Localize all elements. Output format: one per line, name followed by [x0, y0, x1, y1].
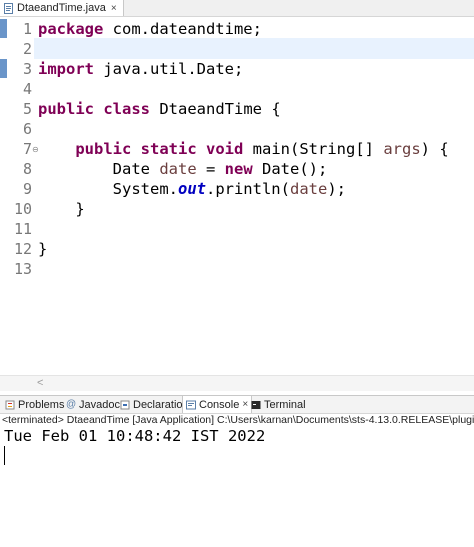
- overview-ruler: [0, 17, 8, 380]
- code-text: java.util.Date;: [94, 60, 244, 78]
- code-text: .println(: [205, 180, 290, 198]
- code-text: System.: [112, 180, 178, 198]
- tab-javadoc[interactable]: @ Javadoc: [63, 396, 123, 413]
- code-text: }: [75, 200, 85, 218]
- line-number: 6: [22, 120, 32, 138]
- code-line-date-decl: Date date = new Date();: [38, 159, 328, 179]
- keyword: import: [38, 60, 94, 78]
- static-field: out: [177, 180, 206, 198]
- line-number: 5: [22, 100, 32, 118]
- problems-icon: [5, 400, 15, 409]
- console-output[interactable]: Tue Feb 01 10:48:42 IST 2022: [4, 426, 265, 446]
- keyword: new: [224, 160, 253, 178]
- line-number: 10: [13, 200, 32, 218]
- code-line-println: System.out.println(date);: [38, 179, 346, 199]
- line-marker: [0, 19, 7, 38]
- tab-label: Console: [199, 398, 240, 411]
- console-tab-bar: Problems @ Javadoc Declaration Console ×…: [0, 395, 474, 414]
- code-text: DtaeandTime {: [150, 100, 281, 118]
- tab-label: Problems: [18, 398, 65, 411]
- tab-problems[interactable]: Problems: [2, 396, 67, 413]
- code-text: Date();: [252, 160, 328, 178]
- code-text: =: [196, 160, 225, 178]
- code-line-package: package com.dateandtime;: [38, 19, 262, 39]
- code-line-close-method: }: [38, 199, 85, 219]
- code-line-main: public static void main(String[] args) {: [38, 139, 449, 159]
- tab-console[interactable]: Console ×: [182, 396, 253, 413]
- horizontal-scrollbar[interactable]: <: [0, 375, 474, 391]
- code-text: com.dateandtime;: [103, 20, 262, 38]
- declaration-icon: [120, 400, 130, 409]
- tab-label: Terminal: [264, 398, 306, 411]
- console-icon: [186, 400, 196, 409]
- keyword: public: [75, 140, 132, 158]
- keyword: package: [38, 20, 104, 38]
- tab-terminal[interactable]: Terminal: [248, 396, 309, 413]
- keyword: class: [103, 100, 151, 118]
- javadoc-icon: @: [66, 398, 77, 410]
- line-number: 3: [22, 60, 32, 78]
- keyword: void: [206, 140, 244, 158]
- close-icon[interactable]: ×: [111, 3, 117, 14]
- tab-label: Javadoc: [79, 398, 120, 411]
- line-number: 11: [13, 220, 32, 238]
- tab-declaration[interactable]: Declaration: [117, 396, 192, 413]
- keyword: public: [38, 100, 94, 118]
- console-process-label: <terminated> DtaeandTime [Java Applicati…: [2, 414, 474, 426]
- line-number: 7: [22, 140, 32, 158]
- editor-tab-label: DtaeandTime.java: [17, 2, 106, 14]
- keyword: static: [140, 140, 197, 158]
- tab-label: Declaration: [133, 398, 189, 411]
- text-cursor: [4, 446, 5, 465]
- code-text: ) {: [420, 140, 449, 158]
- line-number: 8: [22, 160, 32, 178]
- terminal-icon: [251, 400, 261, 409]
- code-text: }: [38, 240, 48, 258]
- editor-tab-bar: DtaeandTime.java ×: [0, 0, 474, 17]
- code-text: main(String[]: [243, 140, 384, 158]
- code-text: Date: [112, 160, 160, 178]
- line-number: 12: [13, 240, 32, 258]
- local-variable: date: [159, 160, 197, 178]
- line-number: 1: [22, 20, 32, 38]
- java-file-icon: [4, 2, 13, 14]
- line-marker: [0, 59, 7, 78]
- line-number: 13: [13, 260, 32, 278]
- line-number: 4: [22, 80, 32, 98]
- current-line-highlight: [34, 38, 474, 59]
- code-editor[interactable]: 1 2 3 4 5 6 7 8 9 10 11 12 13 ⊖ package …: [0, 17, 474, 380]
- scroll-left-icon[interactable]: <: [37, 376, 43, 391]
- code-line-close-class: }: [38, 239, 47, 259]
- parameter-name: args: [383, 140, 421, 158]
- code-line-import: import java.util.Date;: [38, 59, 243, 79]
- code-line-class: public class DtaeandTime {: [38, 99, 281, 119]
- line-number: 2: [22, 40, 32, 58]
- editor-tab-dtaeandtime[interactable]: DtaeandTime.java ×: [0, 0, 124, 16]
- line-number: 9: [22, 180, 32, 198]
- local-variable: date: [289, 180, 328, 198]
- code-text: );: [327, 180, 346, 198]
